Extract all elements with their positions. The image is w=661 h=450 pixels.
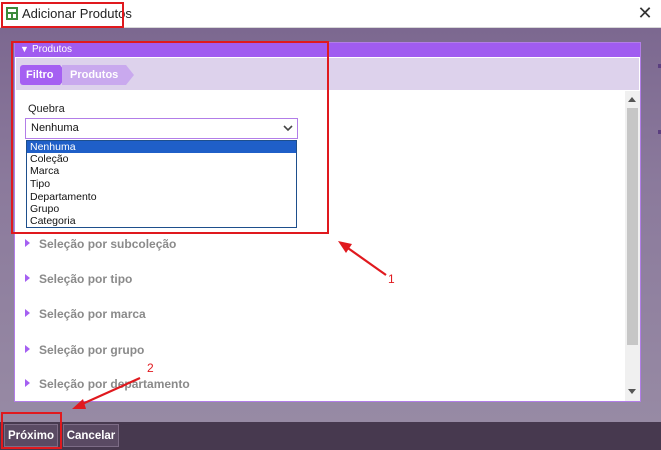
scrollbar-thumb[interactable] [627,108,638,345]
dialog-footer: Próximo Cancelar [0,422,661,450]
section-label: Seleção por departamento [39,377,190,391]
expand-triangle-icon [25,274,30,282]
close-icon[interactable]: ✕ [634,2,656,24]
section-label: Seleção por tipo [39,272,133,286]
section-label: Seleção por subcoleção [39,237,177,251]
vertical-scrollbar[interactable] [625,91,640,401]
annotation-number-2: 2 [147,361,154,375]
expand-triangle-icon [25,345,30,353]
annotation-box-next [1,412,62,449]
section-label: Seleção por grupo [39,343,145,357]
scroll-down-icon[interactable] [628,389,636,394]
section-label: Seleção por marca [39,307,146,321]
annotation-box-title [1,2,124,28]
annotation-number-1: 1 [388,272,395,286]
expand-triangle-icon [25,239,30,247]
scroll-up-icon[interactable] [628,97,636,102]
cancel-button[interactable]: Cancelar [63,424,119,447]
expand-triangle-icon [25,309,30,317]
annotation-box-panel [11,41,329,234]
expand-triangle-icon [25,379,30,387]
